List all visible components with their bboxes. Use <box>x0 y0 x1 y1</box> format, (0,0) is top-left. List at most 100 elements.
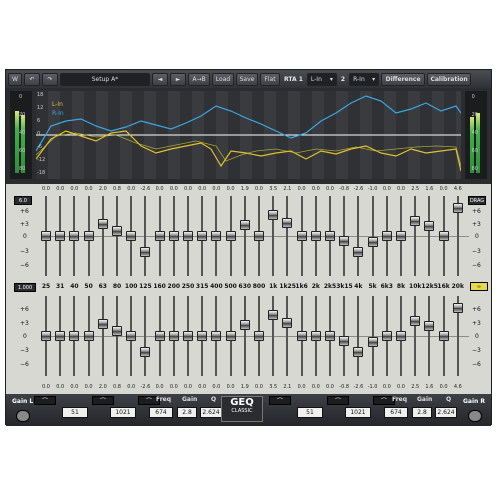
fader-knob-bottom-250[interactable] <box>183 331 193 341</box>
fader-knob-bottom-2k[interactable] <box>310 331 321 341</box>
redo-button[interactable]: ↷ <box>42 72 58 86</box>
fader-knob-bottom-16k[interactable] <box>438 331 449 341</box>
calibration-button[interactable]: Calibration <box>427 72 472 86</box>
fader-knob-top-1k25[interactable] <box>282 218 293 229</box>
fader-knob-bottom-200[interactable] <box>168 331 179 341</box>
next-button[interactable]: ► <box>170 72 186 86</box>
flat-button[interactable]: Flat <box>260 72 280 86</box>
prev-button[interactable]: ◄ <box>152 72 168 86</box>
fader-knob-bottom-160[interactable] <box>154 331 165 341</box>
fader-knob-top-500[interactable] <box>225 231 236 241</box>
fader-knob-bottom-400[interactable] <box>211 331 222 341</box>
fader-knob-bottom-2k5[interactable] <box>325 331 335 341</box>
fader-knob-top-31[interactable] <box>55 231 66 241</box>
second-source-select[interactable]: R-In ▾ <box>349 72 380 86</box>
fader-knob-top-3k15[interactable] <box>339 235 350 246</box>
fader-knob-bottom-80[interactable] <box>112 326 122 337</box>
fader-knob-top-315[interactable] <box>197 231 208 241</box>
fader-knob-bottom-1k25[interactable] <box>282 318 293 329</box>
fader-knob-bottom-630[interactable] <box>239 319 250 330</box>
save-button[interactable]: Save <box>236 72 258 86</box>
fader-knob-top-80[interactable] <box>112 226 122 237</box>
fader-knob-top-160[interactable] <box>154 231 165 241</box>
right-low-field[interactable]: 51 <box>297 407 323 418</box>
high-shelf-right-button[interactable]: ⌒ <box>327 396 349 405</box>
high-shelf-left-button[interactable]: ⌒ <box>92 396 114 405</box>
fader-knob-top-200[interactable] <box>168 231 179 241</box>
fader-knob-bottom-63[interactable] <box>97 319 108 329</box>
fader-knob-top-4k[interactable] <box>353 246 364 257</box>
fader-knob-bottom-8k[interactable] <box>396 331 406 341</box>
fader-knob-top-6k3[interactable] <box>381 231 392 241</box>
fader-knob-top-50[interactable] <box>83 231 94 241</box>
fader-knob-top-1k6[interactable] <box>296 231 307 241</box>
fader-knob-bottom-315[interactable] <box>197 331 208 341</box>
logo-main: GEQ <box>230 397 254 408</box>
db-scale: 18 12 6 0 -6 -12 -18 <box>37 92 45 176</box>
fader-knob-bottom-1k6[interactable] <box>296 331 307 341</box>
right-q-field[interactable]: 2.624 <box>435 407 457 418</box>
fader-knob-bottom-800[interactable] <box>254 331 264 341</box>
load-button[interactable]: Load <box>212 72 234 86</box>
q-value-button[interactable]: 1.000 <box>14 283 36 292</box>
left-gain-field[interactable]: 2.8 <box>177 407 197 418</box>
left-freq-field[interactable]: 674 <box>149 407 173 418</box>
right-freq-field[interactable]: 674 <box>384 407 408 418</box>
right-high-field[interactable]: 1021 <box>345 407 371 418</box>
fader-knob-top-12k5[interactable] <box>424 221 435 232</box>
fader-knob-top-40[interactable] <box>69 231 80 241</box>
gain-readout-bottom: 0.0 <box>311 384 320 390</box>
fader-knob-bottom-100[interactable] <box>126 331 137 341</box>
fader-knob-bottom-125[interactable] <box>140 346 151 357</box>
rta-source-select[interactable]: L-In ▾ <box>306 72 337 86</box>
fader-knob-top-250[interactable] <box>183 231 193 241</box>
gain-readout-bottom: 0.0 <box>326 384 334 390</box>
fader-knob-top-100[interactable] <box>126 231 137 241</box>
gain-readout-top: 0.0 <box>226 186 235 192</box>
fader-knob-bottom-3k15[interactable] <box>339 335 350 346</box>
fader-knob-top-2k[interactable] <box>310 231 321 241</box>
fader-knob-top-10k[interactable] <box>410 216 421 226</box>
low-shelf-left-button[interactable]: ⌒ <box>34 396 56 405</box>
fader-knob-top-2k5[interactable] <box>325 231 335 241</box>
difference-button[interactable]: Difference <box>381 72 426 86</box>
fader-knob-top-630[interactable] <box>239 219 250 230</box>
fader-knob-top-125[interactable] <box>140 246 151 257</box>
fader-knob-bottom-4k[interactable] <box>353 346 364 357</box>
gain-r-knob[interactable] <box>468 410 482 422</box>
drag-button[interactable]: DRAG <box>468 196 486 205</box>
left-high-field[interactable]: 1021 <box>110 407 136 418</box>
fader-knob-bottom-10k[interactable] <box>410 316 421 326</box>
fader-knob-top-20k[interactable] <box>452 203 463 214</box>
fader-knob-bottom-500[interactable] <box>225 331 236 341</box>
range-button[interactable]: 6.0 <box>14 196 32 205</box>
fader-knob-top-800[interactable] <box>254 231 264 241</box>
fader-knob-bottom-5k[interactable] <box>367 337 378 347</box>
low-shelf-right-button[interactable]: ⌒ <box>269 396 291 405</box>
gain-readout-top: 0.0 <box>56 186 65 192</box>
ab-button[interactable]: A→B <box>188 72 210 86</box>
fader-knob-bottom-20k[interactable] <box>452 303 463 314</box>
left-low-field[interactable]: 51 <box>62 407 88 418</box>
fader-knob-bottom-6k3[interactable] <box>381 331 392 341</box>
fader-knob-bottom-31[interactable] <box>55 331 66 341</box>
fader-knob-top-63[interactable] <box>97 219 108 229</box>
fader-knob-top-8k[interactable] <box>396 231 406 241</box>
fader-knob-bottom-1k[interactable] <box>268 310 279 320</box>
scale-label: 0 <box>23 233 27 240</box>
link-icon[interactable]: ∞ <box>470 282 488 291</box>
fader-knob-top-1k[interactable] <box>268 210 279 220</box>
fader-knob-top-25[interactable] <box>41 231 51 241</box>
fader-knob-bottom-25[interactable] <box>41 331 51 341</box>
setup-display[interactable]: Setup A* <box>60 72 150 86</box>
right-gain-field[interactable]: 2.8 <box>412 407 432 418</box>
left-q-field[interactable]: 2.624 <box>200 407 222 418</box>
fader-knob-top-16k[interactable] <box>438 231 449 241</box>
fader-knob-top-5k[interactable] <box>367 237 378 247</box>
gain-l-knob[interactable] <box>16 410 30 422</box>
fader-knob-bottom-50[interactable] <box>83 331 94 341</box>
undo-button[interactable]: ↶ <box>24 72 40 86</box>
fader-knob-bottom-40[interactable] <box>69 331 80 341</box>
fader-knob-bottom-12k5[interactable] <box>424 321 435 332</box>
fader-knob-top-400[interactable] <box>211 231 222 241</box>
